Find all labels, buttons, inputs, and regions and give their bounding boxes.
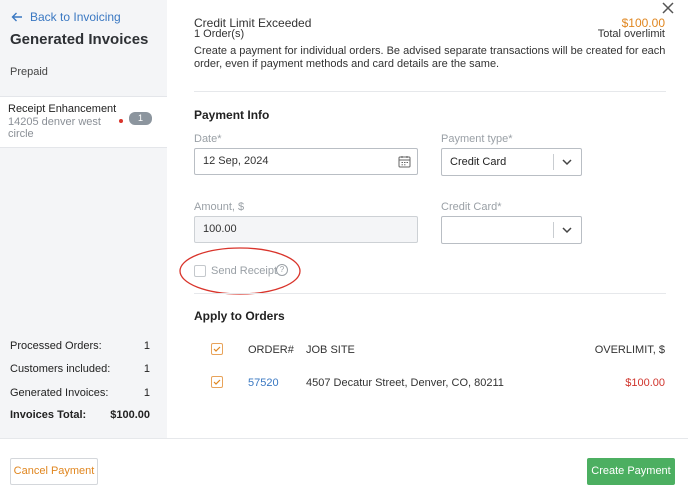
payment-type-label: Payment type*: [441, 133, 513, 145]
stat-value: 1: [143, 387, 150, 399]
credit-card-label: Credit Card*: [441, 201, 502, 213]
calendar-icon[interactable]: [398, 155, 411, 168]
sidebar: Back to Invoicing Generated Invoices Pre…: [0, 0, 167, 438]
overlimit-label: Total overlimit: [597, 28, 665, 40]
row-checkbox[interactable]: [211, 376, 223, 388]
select-separator: [553, 222, 554, 238]
payment-info-title: Payment Info: [194, 108, 270, 122]
stat-processed-orders: Processed Orders: 1: [10, 340, 150, 352]
stat-value: $100.00: [110, 409, 150, 421]
customer-card-title: Receipt Enhancement: [8, 103, 117, 115]
amount-value: 100.00: [203, 223, 237, 235]
column-header-job-site: JOB SITE: [306, 344, 355, 356]
count-badge: 1: [129, 112, 152, 125]
date-label: Date*: [194, 133, 222, 145]
stat-label: Customers included:: [10, 363, 111, 375]
stat-value: 1: [143, 340, 150, 352]
back-to-invoicing-link[interactable]: Back to Invoicing: [11, 10, 121, 24]
chevron-down-icon: [562, 227, 572, 234]
payment-type-select[interactable]: Credit Card: [441, 148, 582, 176]
amount-field[interactable]: 100.00: [194, 216, 418, 243]
divider: [194, 293, 666, 294]
order-number-link[interactable]: 57520: [248, 377, 279, 389]
payment-description: Create a payment for individual orders. …: [194, 45, 666, 70]
stat-invoices-total: Invoices Total: $100.00: [10, 409, 150, 421]
stat-label: Invoices Total:: [10, 409, 87, 421]
divider: [194, 91, 666, 92]
footer-divider: [0, 438, 688, 439]
check-icon: [213, 346, 221, 352]
sidebar-title: Generated Invoices: [10, 31, 149, 48]
stat-customers-included: Customers included: 1: [10, 363, 150, 375]
prepaid-label: Prepaid: [10, 66, 48, 78]
column-header-overlimit: OVERLIMIT, $: [594, 344, 665, 356]
payment-type-value: Credit Card: [450, 156, 507, 168]
amount-label: Amount, $: [194, 201, 245, 213]
select-separator: [553, 154, 554, 170]
check-icon: [213, 379, 221, 385]
chevron-down-icon: [562, 159, 572, 166]
customer-card-address: 14205 denver west circle: [8, 116, 101, 140]
apply-orders-title: Apply to Orders: [194, 309, 285, 323]
date-field[interactable]: 12 Sep, 2024: [194, 148, 418, 175]
back-link-label: Back to Invoicing: [30, 10, 121, 24]
stat-generated-invoices: Generated Invoices: 1: [10, 387, 150, 399]
customer-card[interactable]: Receipt Enhancement 14205 denver west ci…: [0, 96, 167, 148]
select-all-checkbox[interactable]: [211, 343, 223, 355]
overlimit-cell: $100.00: [625, 377, 665, 389]
stat-label: Processed Orders:: [10, 340, 102, 352]
alert-dot: [119, 119, 123, 123]
credit-card-select[interactable]: [441, 216, 582, 244]
stat-value: 1: [143, 363, 150, 375]
job-site-cell: 4507 Decatur Street, Denver, CO, 80211: [306, 377, 504, 389]
column-header-order: ORDER#: [248, 344, 294, 356]
cancel-payment-button[interactable]: Cancel Payment: [10, 458, 98, 485]
create-payment-button[interactable]: Create Payment: [587, 458, 675, 485]
arrow-left-icon: [11, 12, 22, 22]
date-value: 12 Sep, 2024: [203, 155, 269, 167]
orders-count: 1 Order(s): [194, 28, 245, 40]
annotation-circle: [179, 247, 301, 295]
close-icon[interactable]: [660, 0, 676, 16]
stat-label: Generated Invoices:: [10, 387, 109, 399]
